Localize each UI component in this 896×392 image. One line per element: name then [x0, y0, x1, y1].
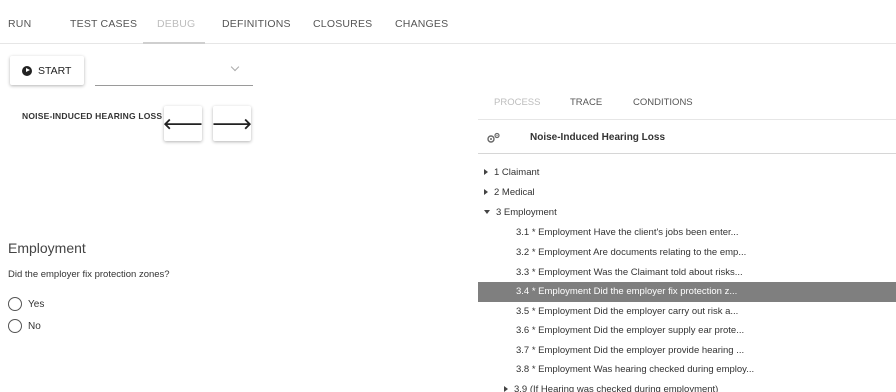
section-title: NOISE-INDUCED HEARING LOSS: [22, 111, 163, 121]
caret-down-icon: [484, 210, 490, 215]
previous-button[interactable]: 🡐: [162, 106, 204, 141]
tab-debug[interactable]: DEBUG: [157, 18, 195, 30]
tab-run[interactable]: RUN: [8, 18, 31, 30]
top-navigation: RUN TEST CASES DEBUG DEFINITIONS CLOSURE…: [0, 0, 896, 44]
tree-subitem-selected[interactable]: 3.4 * Employment Did the employer fix pr…: [478, 282, 896, 302]
caret-right-icon: [504, 386, 508, 392]
tab-definitions[interactable]: DEFINITIONS: [222, 18, 291, 30]
tree-item-label: 1 Claimant: [494, 167, 540, 178]
tree-subitem[interactable]: 3.5 * Employment Did the employer carry …: [478, 303, 896, 321]
tree-item-claimant[interactable]: 1 Claimant: [484, 164, 539, 182]
question-text: Did the employer fix protection zones?: [8, 269, 170, 280]
gears-icon: [487, 132, 500, 143]
process-header: Noise-Induced Hearing Loss: [478, 121, 896, 154]
radio-option-yes[interactable]: Yes: [8, 297, 44, 311]
active-tab-indicator: [143, 42, 205, 44]
radio-option-label: No: [28, 320, 41, 332]
test-case-select[interactable]: [95, 56, 253, 86]
right-panel-tabs: PROCESS TRACE CONDITIONS: [478, 84, 896, 120]
arrow-right-icon: 🡒: [211, 116, 253, 133]
process-title: Noise-Induced Hearing Loss: [530, 132, 666, 143]
chevron-down-icon: [230, 62, 240, 72]
radio-circle-icon[interactable]: [8, 297, 22, 311]
tab-closures[interactable]: CLOSURES: [313, 18, 372, 30]
tree-subitem[interactable]: 3.7 * Employment Did the employer provid…: [478, 342, 896, 360]
tree-item-hearing-checked[interactable]: 3.9 (If Hearing was checked during emplo…: [504, 381, 718, 392]
play-circle-icon: [22, 65, 32, 76]
start-button-label: START: [38, 64, 72, 77]
tree-item-label: 2 Medical: [494, 187, 535, 198]
radio-option-label: Yes: [28, 298, 45, 310]
arrow-left-icon: 🡐: [162, 116, 204, 133]
tree-subitem[interactable]: 3.3 * Employment Was the Claimant told a…: [478, 264, 896, 282]
start-button[interactable]: START: [10, 56, 84, 85]
tab-changes[interactable]: CHANGES: [395, 18, 448, 30]
tree-item-employment[interactable]: 3 Employment: [484, 204, 557, 222]
tab-trace[interactable]: TRACE: [570, 97, 602, 108]
tree-item-label: 3 Employment: [496, 207, 557, 218]
tab-conditions[interactable]: CONDITIONS: [633, 97, 693, 108]
next-button[interactable]: 🡒: [211, 106, 253, 141]
tree-subitem[interactable]: 3.8 * Employment Was hearing checked dur…: [478, 361, 896, 379]
question-group-heading: Employment: [8, 240, 86, 256]
tab-test-cases[interactable]: TEST CASES: [70, 18, 137, 30]
radio-option-no[interactable]: No: [8, 319, 41, 333]
tree-item-medical[interactable]: 2 Medical: [484, 184, 535, 202]
tree-subitem[interactable]: 3.6 * Employment Did the employer supply…: [478, 322, 896, 340]
caret-right-icon: [484, 189, 488, 196]
tree-item-label: 3.9 (If Hearing was checked during emplo…: [514, 384, 719, 392]
tree-subitem[interactable]: 3.2 * Employment Are documents relating …: [478, 244, 896, 262]
tree-subitem[interactable]: 3.1 * Employment Have the client's jobs …: [478, 224, 896, 242]
radio-circle-icon[interactable]: [8, 319, 22, 333]
caret-right-icon: [484, 169, 488, 176]
tab-process[interactable]: PROCESS: [494, 97, 540, 108]
